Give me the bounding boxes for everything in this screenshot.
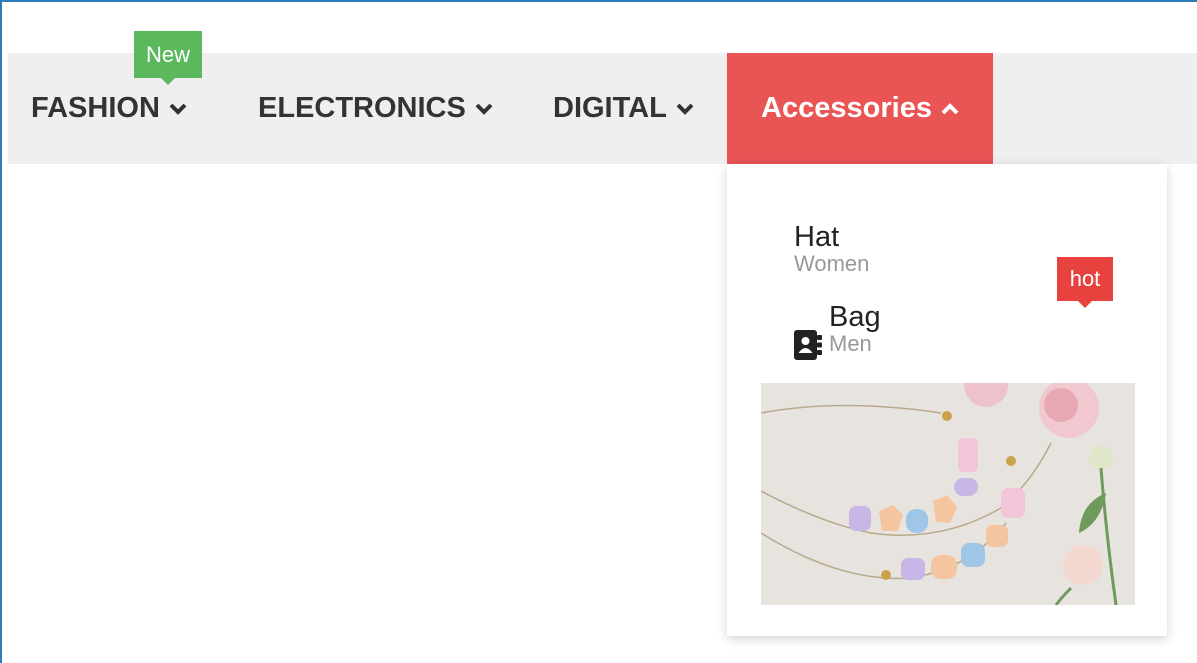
nav-item-digital-label: DIGITAL <box>553 92 667 124</box>
chevron-down-icon <box>676 103 694 115</box>
hot-badge: hot <box>1057 257 1113 308</box>
hot-badge-pointer <box>1078 301 1092 308</box>
new-badge-label: New <box>145 41 190 67</box>
necklace-promo-image[interactable] <box>761 383 1135 605</box>
submenu-item-subtitle: Women <box>794 251 870 276</box>
nav-item-digital[interactable]: DIGITAL <box>553 53 694 164</box>
contact-book-icon <box>794 330 822 365</box>
nav-item-fashion-label: FASHION <box>31 92 160 124</box>
submenu-item-title: Hat <box>794 221 840 253</box>
hot-badge-label: hot <box>1069 266 1101 291</box>
new-badge-pointer <box>161 78 175 85</box>
nav-item-accessories[interactable]: Accessories <box>727 53 993 164</box>
accessories-dropdown: Hat Women hot Bag Men <box>727 164 1167 636</box>
submenu-item-hat[interactable]: Hat Women <box>794 222 869 276</box>
submenu-item-bag[interactable]: Bag Men <box>794 301 881 360</box>
chevron-down-icon <box>169 103 187 115</box>
submenu-item-subtitle: Men <box>829 331 872 356</box>
nav-item-electronics[interactable]: ELECTRONICS <box>258 53 493 164</box>
chevron-up-icon <box>941 102 959 115</box>
nav-item-electronics-label: ELECTRONICS <box>258 92 466 124</box>
new-badge: New <box>134 31 202 85</box>
submenu-item-title: Bag <box>829 301 881 333</box>
chevron-down-icon <box>475 103 493 115</box>
nav-item-accessories-label: Accessories <box>761 92 932 124</box>
